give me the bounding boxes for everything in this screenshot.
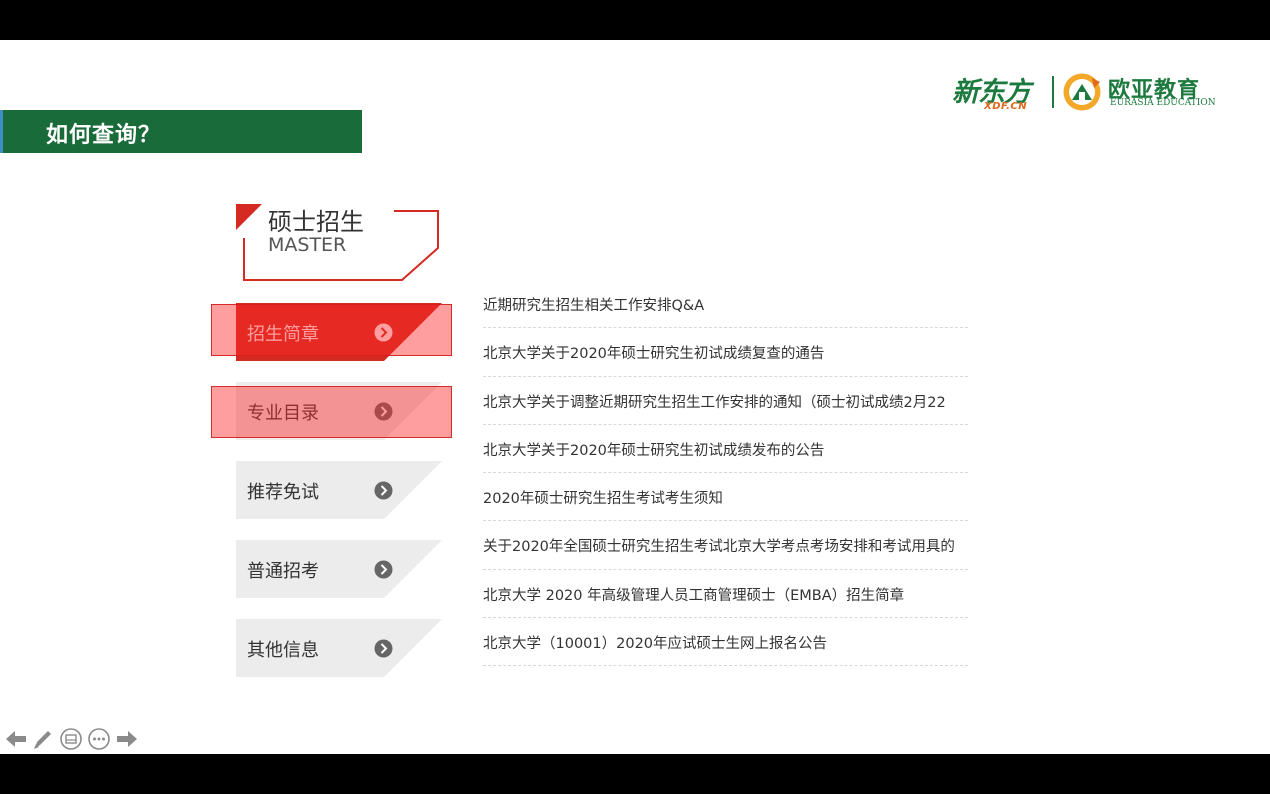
news-item[interactable]: 2020年硕士研究生招生考试考生须知 — [483, 473, 968, 522]
news-item[interactable]: 近期研究生招生相关工作安排Q&A — [483, 280, 968, 329]
news-item[interactable]: 关于2020年全国硕士研究生招生考试北京大学考点考场安排和考试用具的 — [483, 521, 968, 570]
pen-icon[interactable] — [31, 727, 55, 751]
chevron-right-icon — [374, 560, 393, 579]
more-icon[interactable] — [87, 727, 111, 751]
news-item[interactable]: 北京大学关于2020年硕士研究生初试成绩复查的通告 — [483, 328, 968, 377]
arrow-right-icon[interactable] — [115, 727, 139, 751]
eurasia-logo-mark-icon — [1063, 73, 1101, 111]
section-title-en: MASTER — [268, 234, 347, 256]
news-link[interactable]: 北京大学 2020 年高级管理人员工商管理硕士（EMBA）招生简章 — [483, 584, 904, 605]
news-link[interactable]: 关于2020年全国硕士研究生招生考试北京大学考点考场安排和考试用具的 — [483, 535, 955, 556]
news-item[interactable]: 北京大学关于调整近期研究生招生工作安排的通知（硕士初试成绩2月22 — [483, 377, 968, 425]
highlight-box-major-catalog — [211, 386, 452, 438]
news-link[interactable]: 北京大学关于2020年硕士研究生初试成绩发布的公告 — [483, 439, 824, 460]
arrow-left-icon[interactable] — [4, 727, 28, 751]
menu-item-label: 推荐免试 — [247, 482, 319, 503]
slide-title-banner: 如何查询？ — [0, 110, 362, 153]
slide-title: 如何查询？ — [46, 123, 162, 148]
top-letterbox — [0, 0, 1270, 40]
xdf-logo-url: XDF.CN — [984, 101, 1028, 112]
news-link[interactable]: 北京大学关于调整近期研究生招生工作安排的通知（硕士初试成绩2月22 — [483, 391, 946, 412]
presentation-slide: 如何查询？ 新东方 XDF.CN 欧亚教育 EURASIA EDUCATION … — [0, 40, 1270, 754]
highlight-box-admission-guide — [211, 304, 452, 356]
news-item[interactable]: 北京大学关于2020年硕士研究生初试成绩发布的公告 — [483, 425, 968, 474]
menu-item-recommended-exemption[interactable]: 推荐免试 — [236, 461, 442, 519]
news-item[interactable]: 北京大学（10001）2020年应试硕士生网上报名公告 — [483, 618, 968, 667]
section-title-cn: 硕士招生 — [268, 208, 364, 236]
logo-divider — [1052, 76, 1054, 108]
chevron-right-icon — [374, 481, 393, 500]
eurasia-logo-subtitle: EURASIA EDUCATION — [1110, 98, 1216, 108]
news-link[interactable]: 北京大学（10001）2020年应试硕士生网上报名公告 — [483, 632, 827, 653]
news-link[interactable]: 北京大学关于2020年硕士研究生初试成绩复查的通告 — [483, 342, 824, 363]
slides-icon[interactable] — [59, 727, 83, 751]
news-link[interactable]: 近期研究生招生相关工作安排Q&A — [483, 294, 704, 315]
bottom-letterbox — [0, 754, 1270, 794]
menu-item-label: 其他信息 — [247, 640, 319, 661]
xdf-logo: 新东方 XDF.CN — [952, 70, 1044, 114]
news-list: 近期研究生招生相关工作安排Q&A 北京大学关于2020年硕士研究生初试成绩复查的… — [483, 280, 968, 667]
news-item[interactable]: 北京大学 2020 年高级管理人员工商管理硕士（EMBA）招生简章 — [483, 570, 968, 619]
chevron-right-icon — [374, 639, 393, 658]
presenter-toolbar — [4, 727, 144, 753]
news-link[interactable]: 2020年硕士研究生招生考试考生须知 — [483, 487, 723, 508]
menu-item-label: 普通招考 — [247, 561, 319, 582]
menu-item-other-info[interactable]: 其他信息 — [236, 619, 442, 677]
menu-item-general-exam[interactable]: 普通招考 — [236, 540, 442, 598]
